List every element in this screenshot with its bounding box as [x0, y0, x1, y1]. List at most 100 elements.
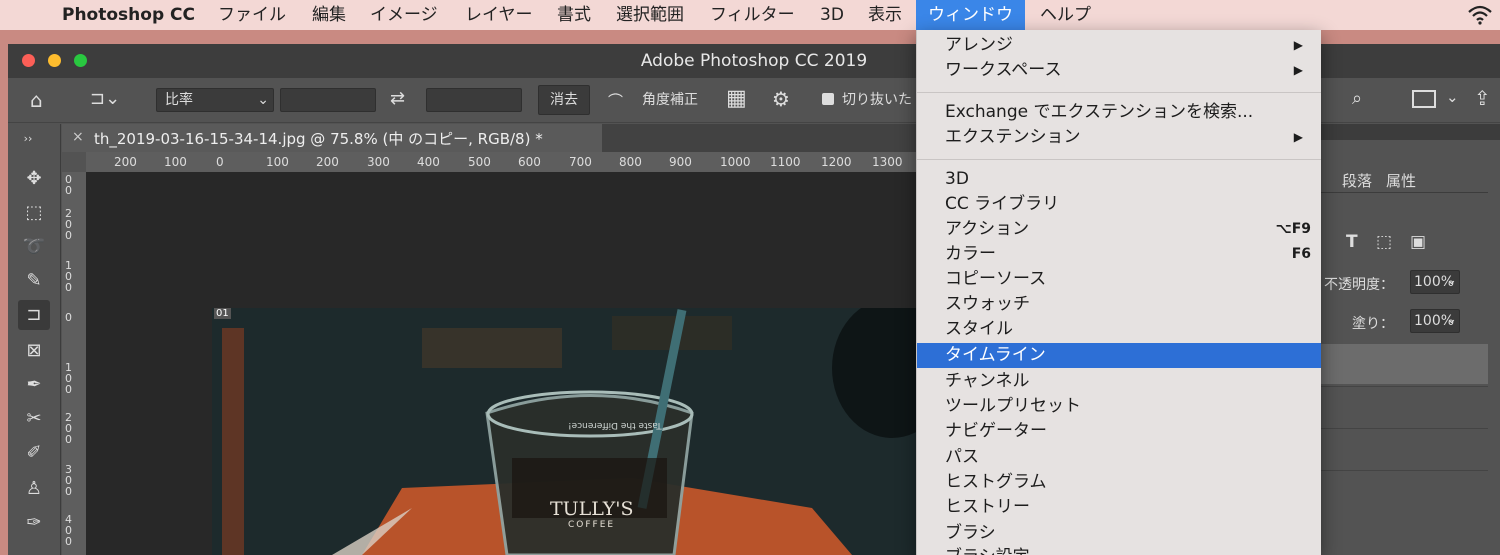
clear-button[interactable]: 消去 — [538, 85, 590, 115]
gear-icon[interactable]: ⚙ — [772, 87, 790, 111]
menu-item-exchange[interactable]: Exchange でエクステンションを検索... — [917, 100, 1321, 125]
close-tab-icon[interactable]: × — [72, 129, 84, 145]
menu-window[interactable]: ウィンドウ — [916, 0, 1025, 30]
menu-item-brush-settings[interactable]: ブラシ設定 — [917, 545, 1321, 555]
menu-image[interactable]: イメージ — [370, 0, 438, 30]
menu-item-cc-libraries[interactable]: CC ライブラリ — [917, 192, 1321, 217]
search-icon[interactable]: ⌕ — [1352, 88, 1362, 109]
quick-select-tool-icon[interactable]: ✎ — [18, 266, 50, 296]
ruler-tick: 200 — [316, 155, 339, 169]
straighten-icon[interactable]: ⌒ — [608, 90, 623, 111]
menu-item-clone-source[interactable]: コピーソース — [917, 267, 1321, 292]
ruler-tick: 1300 — [872, 155, 903, 169]
lasso-tool-icon[interactable]: ➰ — [18, 232, 50, 262]
menu-item-navigator[interactable]: ナビゲーター — [917, 419, 1321, 444]
shape-filter-icon[interactable]: ⬚ — [1376, 232, 1392, 252]
height-field[interactable] — [426, 88, 522, 112]
crop-tool-icon[interactable]: ⊐ — [18, 300, 50, 330]
menu-item-swatches[interactable]: スウォッチ — [917, 292, 1321, 317]
menu-filter[interactable]: フィルター — [710, 0, 795, 30]
document-image[interactable]: 01 Taste the Difference! TULLY'S COFFEE — [212, 308, 916, 555]
ruler-tick: 2 0 0 — [65, 207, 72, 242]
marquee-tool-icon[interactable]: ⬚ — [18, 198, 50, 228]
chevron-down-icon[interactable]: ⌄ — [1446, 312, 1457, 327]
menu-item-extensions[interactable]: エクステンション ▶ — [917, 125, 1321, 150]
document-tab[interactable]: × th_2019-03-16-15-34-14.jpg @ 75.8% (中 … — [62, 124, 602, 152]
menu-item-styles[interactable]: スタイル — [917, 317, 1321, 342]
opacity-label: 不透明度： — [1324, 277, 1394, 293]
menu-item-timeline[interactable]: タイムライン — [917, 343, 1321, 368]
healing-tool-icon[interactable]: ✂ — [18, 404, 50, 434]
menu-item-actions[interactable]: アクション ⌥F9 — [917, 217, 1321, 242]
type-filter-icon[interactable]: T — [1346, 232, 1358, 252]
menu-help[interactable]: ヘルプ — [1040, 0, 1091, 30]
menu-bar: Photoshop CC ファイル 編集 イメージ レイヤー 書式 選択範囲 フ… — [0, 0, 1500, 30]
ruler-tick: 1000 — [720, 155, 751, 169]
ruler-tick: 0 — [65, 311, 72, 324]
menu-type[interactable]: 書式 — [557, 0, 591, 30]
tab-properties[interactable]: 属性 — [1386, 170, 1416, 191]
share-icon[interactable]: ⇪ — [1474, 86, 1491, 110]
menu-separator — [917, 159, 1321, 160]
layer-row-selected[interactable] — [1320, 344, 1488, 384]
menu-item-paths[interactable]: パス — [917, 445, 1321, 470]
menu-3d[interactable]: 3D — [820, 0, 844, 30]
move-tool-icon[interactable]: ✥ — [18, 164, 50, 194]
menu-item-label: カラー — [945, 244, 996, 264]
divider — [1320, 192, 1488, 193]
layers-panel: 段落 属性 T ⬚ ▣ 不透明度： 100% ⌄ 塗り： 100% ⌄ — [1320, 124, 1500, 555]
menu-item-3d[interactable]: 3D — [917, 167, 1321, 192]
brush-tool-icon[interactable]: ✐ — [18, 438, 50, 468]
stamp-tool-icon[interactable]: ♙ — [18, 474, 50, 504]
menu-item-histogram[interactable]: ヒストグラム — [917, 470, 1321, 495]
menu-view[interactable]: 表示 — [868, 0, 902, 30]
history-brush-tool-icon[interactable]: ✑ — [18, 508, 50, 538]
menu-item-channels[interactable]: チャンネル — [917, 369, 1321, 394]
wifi-icon[interactable] — [1466, 0, 1494, 30]
delete-cropped-label: 切り抜いた — [842, 92, 912, 108]
grid-overlay-icon[interactable]: ▦ — [726, 86, 747, 111]
ratio-select[interactable]: 比率 ⌄ — [156, 88, 274, 112]
layer-row[interactable] — [1320, 428, 1488, 469]
ruler-tick: 3 0 0 — [65, 463, 72, 498]
home-icon[interactable]: ⌂ — [30, 88, 43, 112]
collapse-icon[interactable]: ›› — [12, 124, 44, 154]
ruler-tick: 700 — [569, 155, 592, 169]
ruler-tick: 800 — [619, 155, 642, 169]
width-field[interactable] — [280, 88, 376, 112]
clear-button-label: 消去 — [550, 92, 578, 108]
menu-item-label: チャンネル — [945, 371, 1030, 391]
menu-item-arrange[interactable]: アレンジ ▶ — [917, 33, 1321, 58]
delete-cropped-checkbox[interactable] — [822, 93, 834, 105]
workspace-icon[interactable] — [1412, 90, 1436, 108]
ruler-tick: 1100 — [770, 155, 801, 169]
crop-tool-preset-icon[interactable]: ⊐⌄ — [90, 88, 120, 109]
layer-row[interactable] — [1320, 386, 1488, 427]
menu-edit[interactable]: 編集 — [312, 0, 346, 30]
menu-item-history[interactable]: ヒストリー — [917, 495, 1321, 520]
ruler-tick: 100 — [266, 155, 289, 169]
swap-icon[interactable]: ⇄ — [390, 88, 405, 109]
chevron-down-icon[interactable]: ⌄ — [1446, 88, 1459, 106]
menu-select[interactable]: 選択範囲 — [616, 0, 684, 30]
layer-row[interactable] — [1320, 470, 1488, 511]
menu-item-tool-presets[interactable]: ツールプリセット — [917, 394, 1321, 419]
menu-item-brushes[interactable]: ブラシ — [917, 521, 1321, 546]
submenu-arrow-icon: ▶ — [1293, 38, 1303, 52]
frame-tool-icon[interactable]: ⊠ — [18, 336, 50, 366]
eyedropper-tool-icon[interactable]: ✒ — [18, 370, 50, 400]
straighten-label[interactable]: 角度補正 — [642, 89, 698, 111]
menu-file[interactable]: ファイル — [218, 0, 286, 30]
smart-object-filter-icon[interactable]: ▣ — [1410, 232, 1426, 252]
menu-item-label: ブラシ — [945, 523, 996, 543]
chevron-down-icon[interactable]: ⌄ — [1446, 273, 1457, 288]
menu-layer[interactable]: レイヤー — [465, 0, 533, 30]
tab-paragraph[interactable]: 段落 — [1342, 170, 1372, 191]
ruler-tick: 600 — [518, 155, 541, 169]
menu-item-color[interactable]: カラー F6 — [917, 242, 1321, 267]
app-menu[interactable]: Photoshop CC — [62, 0, 195, 30]
menu-item-label: ツールプリセット — [945, 396, 1081, 416]
menu-item-label: ブラシ設定 — [945, 545, 1030, 555]
menu-item-workspace[interactable]: ワークスペース ▶ — [917, 58, 1321, 83]
menu-item-label: ヒストリー — [945, 497, 1030, 517]
